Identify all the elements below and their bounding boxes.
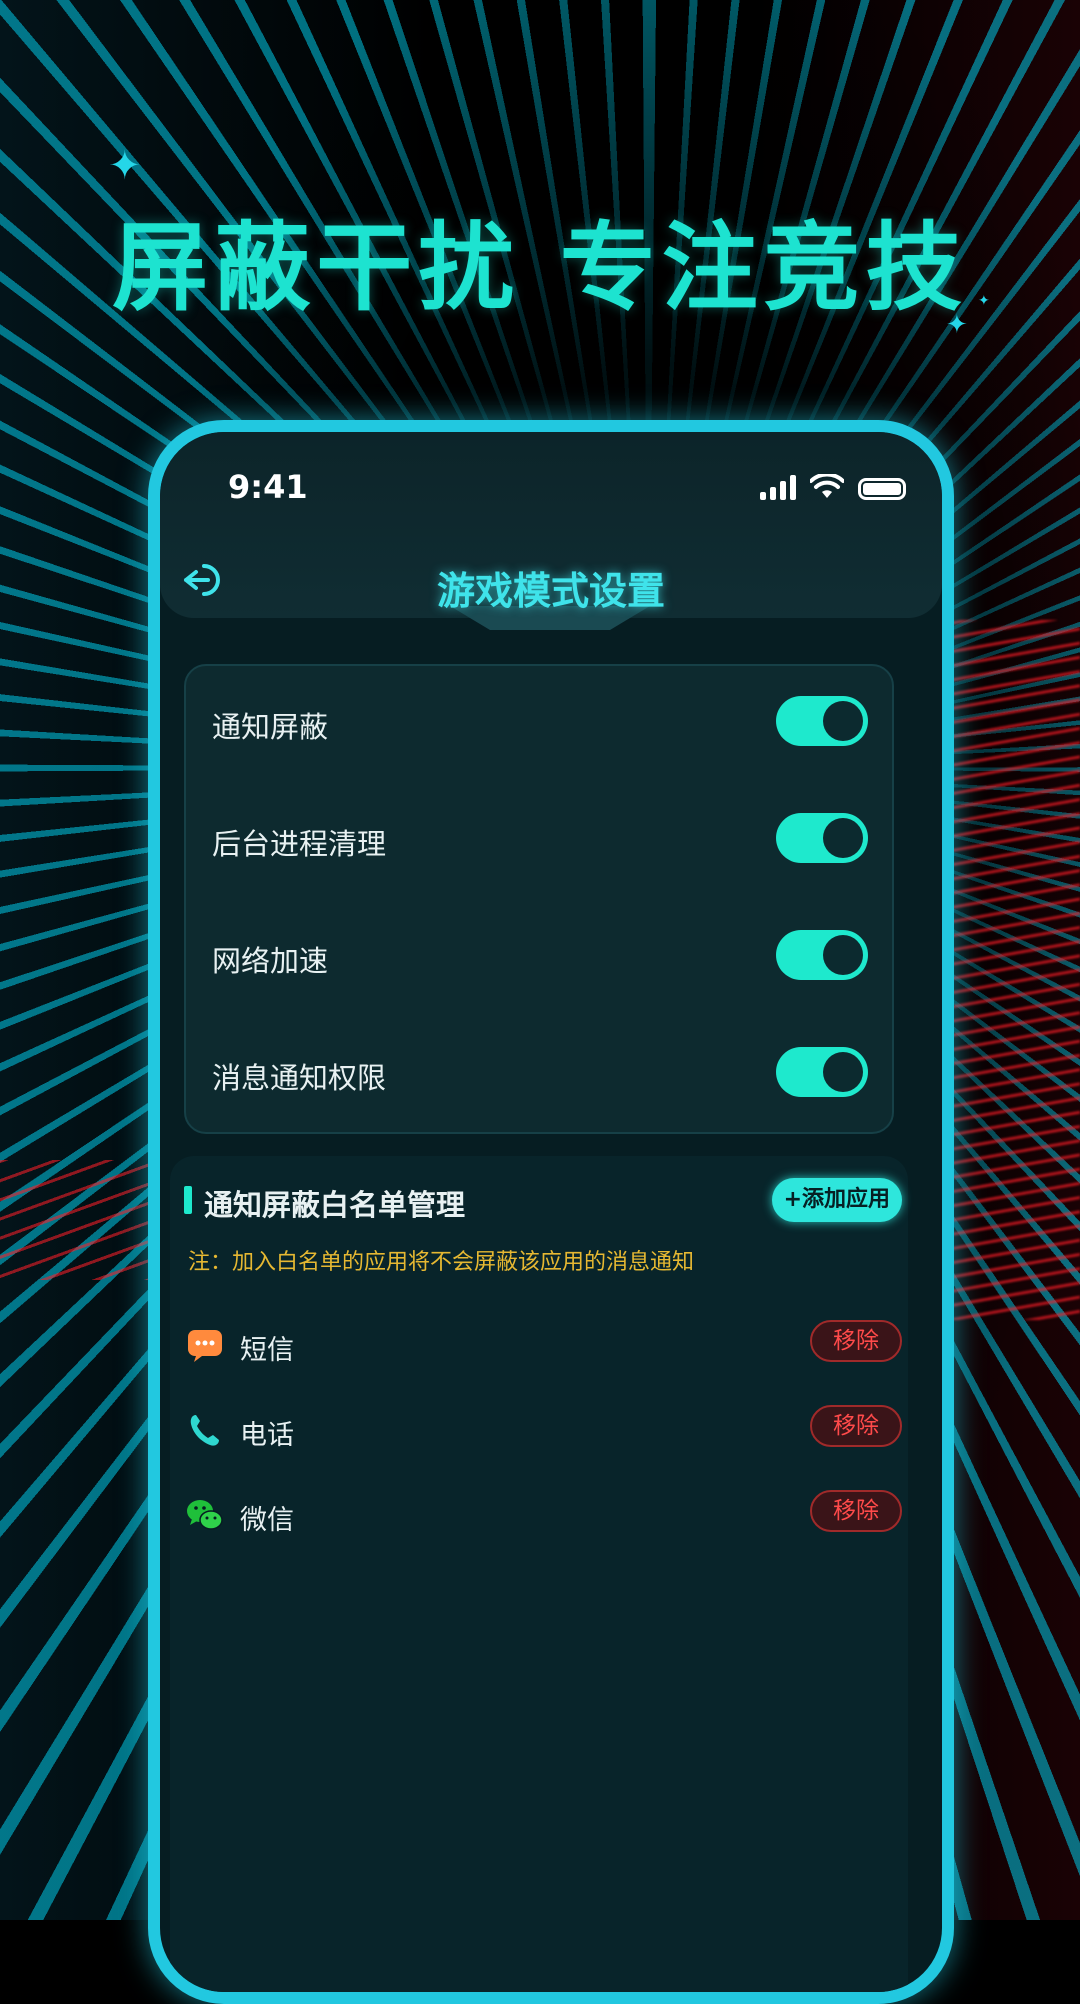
setting-row-notification-block: 通知屏蔽 [186, 666, 892, 783]
app-name: 电话 [240, 1420, 294, 1451]
app-name: 微信 [240, 1505, 294, 1536]
whitelist-item-phone: 电话 移除 [170, 1401, 908, 1461]
setting-label: 网络加速 [212, 944, 329, 978]
phone-icon [190, 1415, 219, 1446]
setting-label: 通知屏蔽 [212, 710, 329, 744]
battery-icon [858, 478, 906, 500]
sparkle-icon: ✦ [108, 143, 142, 189]
app-name: 短信 [240, 1335, 294, 1366]
remove-button[interactable]: 移除 [810, 1490, 902, 1532]
remove-button[interactable]: 移除 [810, 1320, 902, 1362]
setting-label: 后台进程清理 [212, 827, 387, 861]
whitelist-title: 通知屏蔽白名单管理 [204, 1188, 466, 1222]
background-red-streaks-left [0, 1160, 160, 1280]
background-clean-toggle[interactable] [776, 813, 868, 863]
message-permission-toggle[interactable] [776, 1047, 868, 1097]
status-icons [760, 474, 906, 500]
whitelist-item-sms: 短信 移除 [170, 1316, 908, 1376]
setting-row-message-permission: 消息通知权限 [186, 1017, 892, 1134]
setting-row-network-boost: 网络加速 [186, 900, 892, 1017]
sms-icon [188, 1330, 222, 1362]
notification-block-toggle[interactable] [776, 696, 868, 746]
add-app-button[interactable]: +添加应用 [771, 1178, 902, 1222]
remove-button[interactable]: 移除 [810, 1405, 902, 1447]
phone-frame: 9:41 游戏模式设置 通知屏蔽 后台进程清理 网络加速 消息通知权限 通知屏蔽… [148, 420, 954, 2004]
setting-row-background-clean: 后台进程清理 [186, 783, 892, 900]
whitelist-note: 注：加入白名单的应用将不会屏蔽该应用的消息通知 [188, 1250, 695, 1275]
hero-headline: 屏蔽干扰 专注竞技 [112, 212, 968, 324]
page-title: 游戏模式设置 [436, 569, 665, 613]
whitelist-section: 通知屏蔽白名单管理 +添加应用 注：加入白名单的应用将不会屏蔽该应用的消息通知 … [170, 1156, 908, 1992]
section-accent-bar [184, 1186, 192, 1214]
setting-label: 消息通知权限 [212, 1061, 387, 1095]
wifi-icon [810, 474, 844, 498]
wechat-icon [187, 1500, 223, 1530]
settings-card: 通知屏蔽 后台进程清理 网络加速 消息通知权限 [184, 664, 894, 1134]
network-boost-toggle[interactable] [776, 930, 868, 980]
whitelist-item-wechat: 微信 移除 [170, 1486, 908, 1546]
status-time: 9:41 [228, 468, 308, 506]
cellular-signal-icon [760, 474, 796, 500]
